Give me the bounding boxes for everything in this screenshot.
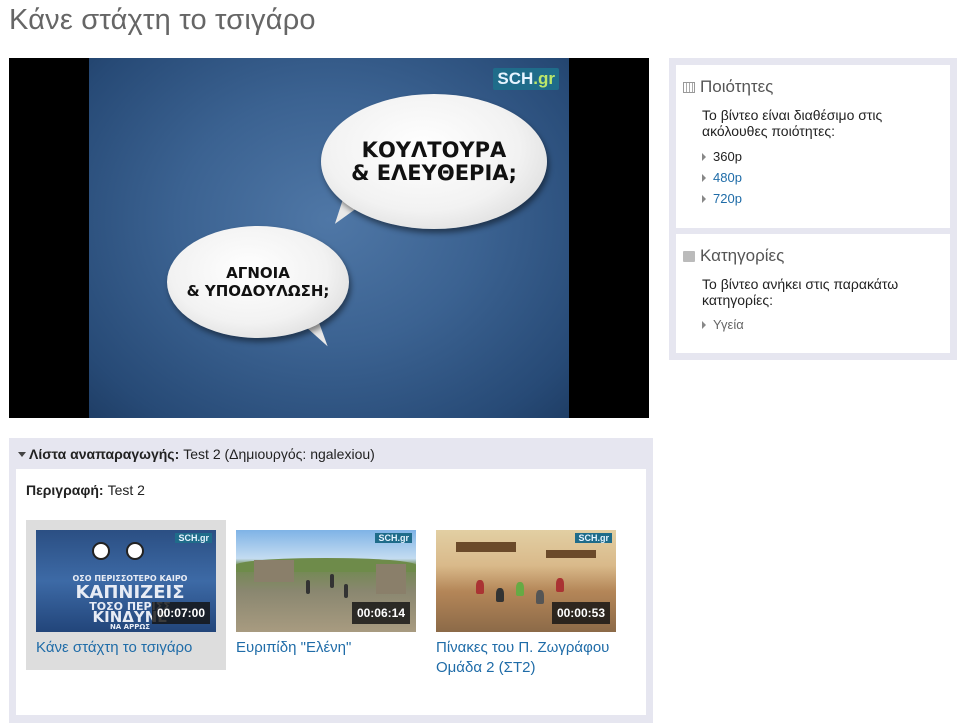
thumb-text-line: ΝΑ ΑΡΡΩΣ	[109, 623, 151, 631]
figure-shape	[536, 590, 544, 604]
bullet-arrow-icon	[702, 173, 706, 182]
duration-badge: 00:07:00	[151, 602, 210, 624]
video-thumbnail[interactable]: ΟΣΟ ΠΕΡΙΣΣΟΤΕΡΟ ΚΑΙΡΟ ΚΑΠΝΙΖΕΙΣ ΤΟΣΟ ΠΕΡ…	[36, 530, 216, 632]
video-title-link[interactable]: Ευριπίδη "Ελένη"	[236, 638, 421, 658]
categories-title-text: Κατηγορίες	[700, 246, 785, 265]
ship-shape	[546, 550, 596, 558]
playlist-description: Περιγραφή: Test 2	[26, 482, 145, 498]
quality-link[interactable]: 480p	[713, 170, 742, 185]
bullet-arrow-icon	[702, 194, 706, 203]
qualities-text: Το βίντεο είναι διαθέσιμο στις ακόλουθες…	[702, 107, 883, 139]
bubble-bottom-line2: & ΥΠΟΔΟΥΛΩΣΗ;	[186, 282, 330, 300]
bubble-top-line1: ΚΟΥΛΤΟΥΡΑ	[361, 137, 507, 162]
ruin-wall	[254, 560, 294, 582]
folder-icon	[683, 250, 695, 262]
video-title-link[interactable]: Κάνε στάχτη το τσιγάρο	[36, 638, 221, 658]
logo-suffix-text: .gr	[533, 69, 555, 88]
person-figure	[330, 574, 334, 588]
ruin-wall	[376, 564, 406, 594]
video-thumbnail[interactable]: SCH.gr 00:00:53	[436, 530, 616, 632]
quality-item-480p[interactable]: 480p	[702, 167, 742, 188]
bubble-top-line2: & ΕΛΕΥΘΕΡΙΑ;	[351, 160, 517, 185]
description-label: Περιγραφή:	[26, 482, 104, 498]
clock-icon	[126, 542, 144, 560]
speech-bubble-top: ΚΟΥΛΤΟΥΡΑ & ΕΛΕΥΘΕΡΙΑ;	[321, 94, 547, 229]
sch-logo: SCH.gr	[493, 68, 559, 90]
sch-badge: SCH.gr	[175, 533, 212, 543]
person-figure	[306, 580, 310, 594]
speech-bubble-bottom: ΑΓΝΟΙΑ & ΥΠΟΔΟΥΛΩΣΗ;	[167, 226, 349, 338]
categories-text: Το βίντεο ανήκει στις παρακάτω κατηγορίε…	[702, 276, 899, 308]
category-link[interactable]: Υγεία	[713, 317, 744, 332]
qualities-box: Ποιότητες Το βίντεο είναι διαθέσιμο στις…	[676, 65, 950, 228]
side-panel: Ποιότητες Το βίντεο είναι διαθέσιμο στις…	[669, 58, 957, 360]
quality-item-360p: 360p	[702, 146, 742, 167]
film-icon	[683, 81, 695, 93]
bullet-arrow-icon	[702, 152, 706, 161]
playlist-body: Περιγραφή: Test 2 ΟΣΟ ΠΕΡΙΣΣΟΤΕΡΟ ΚΑΙΡΟ Κ…	[16, 469, 646, 715]
figure-shape	[516, 582, 524, 596]
categories-box: Κατηγορίες Το βίντεο ανήκει στις παρακάτ…	[676, 234, 950, 353]
playlist-item[interactable]: ΟΣΟ ΠΕΡΙΣΣΟΤΕΡΟ ΚΑΙΡΟ ΚΑΠΝΙΖΕΙΣ ΤΟΣΟ ΠΕΡ…	[26, 520, 226, 670]
clock-icon	[92, 542, 110, 560]
video-thumbnail[interactable]: SCH.gr 00:06:14	[236, 530, 416, 632]
qualities-title-text: Ποιότητες	[700, 77, 774, 96]
figure-shape	[556, 578, 564, 592]
category-item[interactable]: Υγεία	[702, 314, 744, 335]
collapse-caret-icon[interactable]	[18, 451, 26, 457]
playlist-item[interactable]: SCH.gr 00:00:53 Πίνακες του Π. Ζωγράφου …	[426, 520, 626, 676]
playlist-panel: Λίστα αναπαραγωγής: Test 2 (Δημιουργός: …	[9, 438, 653, 723]
person-figure	[344, 584, 348, 598]
duration-badge: 00:06:14	[351, 602, 410, 624]
playlist-item[interactable]: SCH.gr 00:06:14 Ευριπίδη "Ελένη"	[226, 520, 426, 670]
bullet-arrow-icon	[702, 320, 706, 329]
video-title-link[interactable]: Πίνακες του Π. Ζωγράφου Ομάδα 2 (ΣΤ2)	[436, 638, 621, 678]
playlist-header[interactable]: Λίστα αναπαραγωγής: Test 2 (Δημιουργός: …	[18, 446, 375, 462]
quality-link[interactable]: 720p	[713, 191, 742, 206]
sch-badge: SCH.gr	[575, 533, 612, 543]
playlist-header-label: Λίστα αναπαραγωγής:	[29, 446, 180, 462]
categories-list: Υγεία	[702, 314, 744, 335]
qualities-title: Ποιότητες	[683, 77, 773, 97]
ship-shape	[456, 542, 516, 552]
page-title: Κάνε στάχτη το τσιγάρο	[9, 4, 316, 36]
quality-label: 360p	[713, 149, 742, 164]
quality-item-720p[interactable]: 720p	[702, 188, 742, 209]
figure-shape	[476, 580, 484, 594]
playlist-header-value: Test 2 (Δημιουργός: ngalexiou)	[183, 446, 375, 462]
sch-badge: SCH.gr	[375, 533, 412, 543]
bubble-bottom-line1: ΑΓΝΟΙΑ	[226, 264, 290, 282]
figure-shape	[496, 588, 504, 602]
description-value: Test 2	[107, 482, 145, 498]
qualities-list: 360p 480p 720p	[702, 146, 742, 209]
video-player[interactable]: SCH.gr ΚΟΥΛΤΟΥΡΑ & ΕΛΕΥΘΕΡΙΑ; ΑΓΝΟΙΑ & ΥΠΟ…	[9, 58, 649, 418]
duration-badge: 00:00:53	[551, 602, 610, 624]
video-frame[interactable]: SCH.gr ΚΟΥΛΤΟΥΡΑ & ΕΛΕΥΘΕΡΙΑ; ΑΓΝΟΙΑ & ΥΠΟ…	[89, 58, 569, 418]
logo-main-text: SCH	[497, 69, 534, 88]
categories-title: Κατηγορίες	[683, 246, 784, 266]
